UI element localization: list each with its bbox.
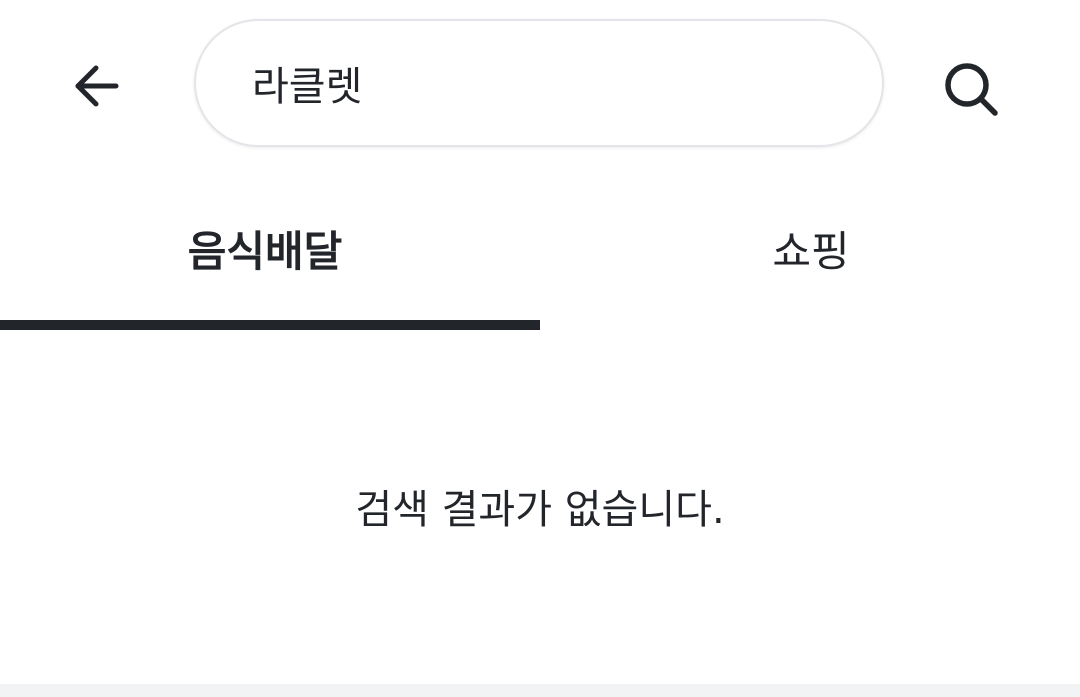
- search-input[interactable]: [252, 60, 812, 106]
- tab-food-delivery[interactable]: 음식배달: [0, 190, 540, 330]
- category-tabs: 음식배달 쇼핑: [0, 190, 1080, 330]
- search-header: [0, 0, 1080, 168]
- back-button[interactable]: [56, 46, 136, 126]
- arrow-left-icon: [75, 65, 119, 107]
- tab-label: 쇼핑: [772, 227, 850, 276]
- empty-results-message: 검색 결과가 없습니다.: [355, 487, 725, 533]
- search-box[interactable]: [194, 19, 884, 147]
- tab-shopping[interactable]: 쇼핑: [540, 190, 1080, 330]
- tab-active-indicator: [0, 320, 540, 330]
- bottom-divider: [0, 684, 1080, 697]
- search-button[interactable]: [928, 46, 1016, 134]
- tab-label: 음식배달: [187, 227, 343, 276]
- search-icon: [945, 63, 998, 116]
